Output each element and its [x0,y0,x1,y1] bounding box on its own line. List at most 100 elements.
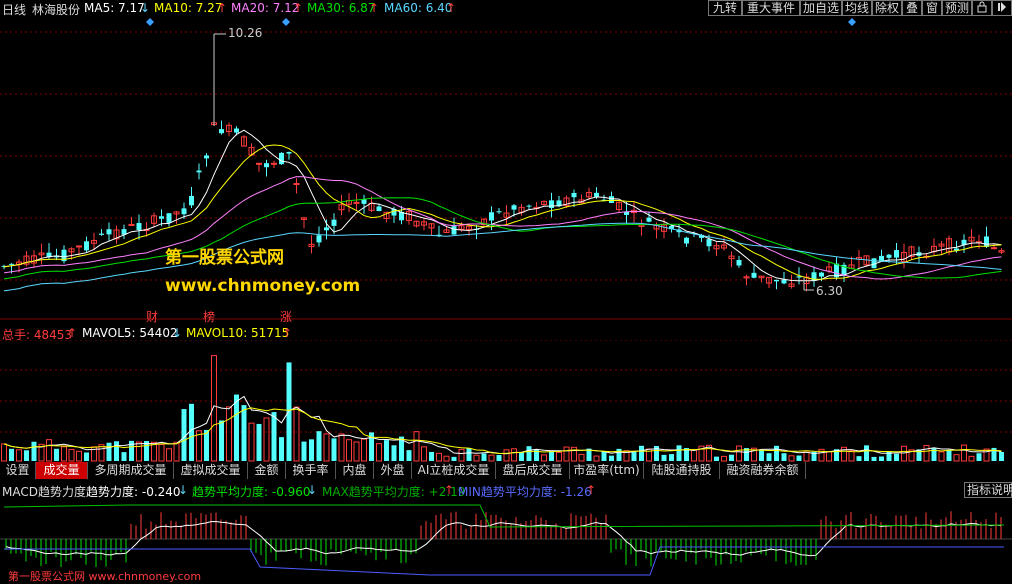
tab-ai-volume[interactable]: AI立桩成交量 [412,462,496,479]
candle-down [684,237,689,244]
price-chart[interactable] [0,16,1012,320]
candle-down [264,163,269,168]
candle-down [496,211,502,213]
volume-bar-up [721,455,727,462]
jiuzhuan-button[interactable]: 九转 [708,0,742,16]
candle-down [219,129,224,134]
volume-bar-down [9,448,14,461]
candle-down [774,279,779,282]
scroll-right-button[interactable] [992,0,1012,16]
volume-bar-down [54,448,59,461]
candle-down [106,229,112,235]
candle-down [811,272,817,282]
candle-down [549,200,554,208]
candle-up [76,245,82,248]
candle-down [594,192,599,197]
volume-bar-down [451,456,457,461]
candle-down [646,217,652,222]
volume-bar-up [46,439,52,462]
volume-bar-down [946,450,952,461]
volume-bar-up [293,406,300,462]
mavol5-value: MAVOL5: 54402 [82,326,178,340]
candle-down [279,152,284,165]
candle-down [181,208,187,215]
forecast-button[interactable]: 预测 [942,0,972,16]
tab-virtual-volume[interactable]: 虚拟成交量 [174,462,248,479]
tab-turnover-rate[interactable]: 换手率 [286,462,336,479]
volume-bar-down [976,453,982,461]
event-tag-finance[interactable]: 财 [146,308,158,325]
overlay-button[interactable]: 叠 [902,0,922,16]
candle-down [511,205,517,210]
volume-bar-down [714,456,719,461]
volume-chart[interactable] [0,340,1012,462]
candle-down [136,223,142,230]
volume-bar-up [458,448,465,462]
lock-button[interactable] [972,0,992,16]
diamond-marker-icon [282,18,290,26]
tab-after-hours-volume[interactable]: 盘后成交量 [496,462,570,479]
volume-bar-down [766,453,772,461]
moving-average-button[interactable]: 均线 [842,0,872,16]
volume-bar-down [526,446,532,461]
volume-bar-down [241,405,247,461]
volume-bar-down [616,448,622,461]
volume-bar-down [331,438,337,461]
mavol10-line [3,407,1002,455]
candle-down [361,199,367,204]
mavol10-value: MAVOL10: 51715 [186,326,290,340]
mavol10-arrow-icon: ↑ [282,326,293,340]
tab-outer-volume[interactable]: 外盘 [374,462,412,479]
candle-down [196,170,202,173]
trend-avg-arrow-icon: ↓ [307,483,318,497]
candle-up [353,201,360,204]
tab-pe-ttm[interactable]: 市盈率(ttm) [570,462,644,479]
volume-bar-up [166,448,172,462]
window-button[interactable]: 窗 [922,0,942,16]
volume-bar-down [519,452,524,461]
candle-down [99,233,104,235]
volume-bar-up [158,444,165,462]
tab-inner-volume[interactable]: 内盘 [336,462,374,479]
tab-multi-period-volume[interactable]: 多周期成交量 [88,462,174,479]
min-trend-avg-arrow-icon: ↑ [586,483,597,497]
trend-strength-arrow-icon: ↓ [178,483,189,497]
major-events-button[interactable]: 重大事件 [742,0,800,16]
candle-down [84,241,89,251]
volume-bar-up [848,450,855,462]
volume-bar-down [496,455,502,461]
volume-bar-up [563,446,570,462]
watermark-site-name: 第一股票公式网 [165,248,284,268]
add-watchlist-button[interactable]: 加自选 [800,0,842,16]
tab-margin-balance[interactable]: 融资融券余额 [720,462,806,479]
volume-bar-up [421,446,427,462]
volume-bar-up [136,441,142,462]
event-tag-limit-up[interactable]: 涨 [280,308,292,325]
volume-bar-up [593,455,600,462]
volume-bar-down [106,442,112,461]
lock-icon [977,1,987,13]
ex-rights-button[interactable]: 除权 [872,0,902,16]
ma20-arrow-icon: ↑ [293,1,304,15]
candle-down [781,279,787,284]
volume-bar-down [189,403,194,461]
volume-bar-up [901,445,907,462]
volume-bar-up [571,446,577,462]
volume-bar-up [961,444,967,462]
tab-northbound-holdings[interactable]: 陆股通持股 [644,462,720,479]
volume-bar-up [953,454,960,462]
event-tag-billboard[interactable]: 榜 [203,308,215,325]
ma10-value: MA10: 7.27 [154,1,223,15]
volume-bar-down [279,437,284,461]
ma30-value: MA30: 6.87 [307,1,376,15]
tab-settings[interactable]: 设置 [0,462,36,479]
diamond-marker-icon [848,18,856,26]
candle-down [819,272,824,277]
candle-down [9,263,14,265]
tab-amount[interactable]: 金额 [248,462,286,479]
indicator-help-button[interactable]: 指标说明 [964,482,1012,498]
candle-down [324,227,329,231]
macd-header: MACD趋势力度 趋势力度: -0.240 ↓ 趋势平均力度: -0.960 ↓… [0,482,1012,499]
tab-volume[interactable]: 成交量 [36,462,88,479]
volume-bar-down [204,429,209,461]
